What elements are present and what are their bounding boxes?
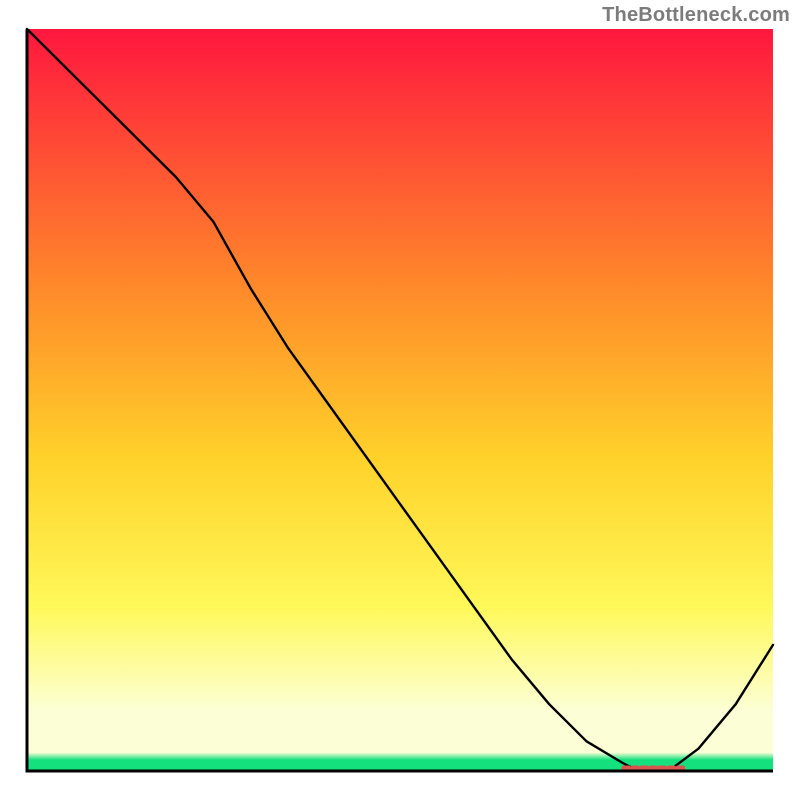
chart-container: TheBottleneck.com xyxy=(0,0,800,800)
attribution-text: TheBottleneck.com xyxy=(602,4,790,27)
chart-svg xyxy=(0,0,800,800)
